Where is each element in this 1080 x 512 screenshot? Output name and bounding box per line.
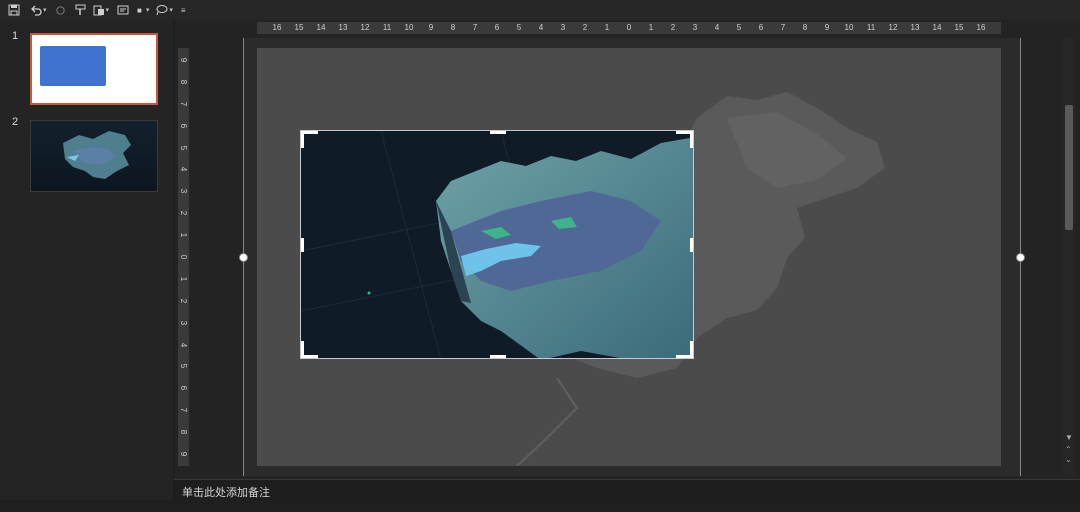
ruler-tick-label: 4 bbox=[714, 23, 720, 32]
ruler-tick-label: 11 bbox=[866, 23, 876, 32]
ruler-tick-label: 9 bbox=[179, 451, 188, 457]
slide-thumbnail-2[interactable] bbox=[30, 120, 158, 192]
ruler-tick-label: 3 bbox=[179, 320, 188, 325]
ruler-tick-label: 2 bbox=[179, 210, 188, 216]
ruler-tick-label: 2 bbox=[670, 23, 676, 32]
slide-thumbnail-panel: 1 2 bbox=[0, 20, 174, 500]
selected-map-image[interactable] bbox=[300, 130, 694, 359]
crop-handle-bottom-right[interactable] bbox=[676, 341, 693, 358]
ruler-tick-label: 11 bbox=[382, 23, 392, 32]
ruler-tick-label: 4 bbox=[179, 167, 188, 172]
ruler-tick-label: 4 bbox=[179, 342, 188, 347]
ruler-tick-label: 10 bbox=[844, 23, 854, 32]
ruler-tick-label: 5 bbox=[179, 145, 188, 150]
ruler-tick-label: 2 bbox=[582, 23, 588, 32]
ruler-tick-label: 4 bbox=[538, 23, 544, 32]
ruler-tick-label: 6 bbox=[758, 23, 764, 32]
ruler-tick-label: 7 bbox=[179, 407, 188, 413]
notes-pane[interactable]: 单击此处添加备注 bbox=[174, 479, 1080, 502]
ruler-tick-label: 0 bbox=[626, 23, 632, 32]
ruler-tick-label: 16 bbox=[272, 23, 282, 32]
ruler-tick-label: 8 bbox=[179, 429, 188, 435]
ruler-tick-label: 6 bbox=[494, 23, 500, 32]
ruler-tick-label: 13 bbox=[338, 23, 348, 32]
crop-handle-bottom[interactable] bbox=[490, 355, 506, 358]
ruler-tick-label: 12 bbox=[360, 23, 370, 32]
ruler-tick-label: 15 bbox=[954, 23, 964, 32]
ruler-tick-label: 8 bbox=[179, 79, 188, 85]
crop-handle-bottom-left[interactable] bbox=[301, 341, 318, 358]
previous-slide-icon[interactable]: ⌃ bbox=[1065, 445, 1072, 454]
vertical-scrollbar[interactable] bbox=[1063, 38, 1075, 476]
ruler-tick-label: 14 bbox=[932, 23, 942, 32]
scroll-down-icon[interactable]: ▼ bbox=[1065, 433, 1073, 442]
more-icon[interactable]: ≡ bbox=[181, 2, 186, 18]
ruler-tick-label: 6 bbox=[179, 386, 188, 391]
undo-icon[interactable]: ▾ bbox=[30, 2, 47, 18]
slide-thumbnail-1[interactable] bbox=[30, 33, 158, 105]
textbox-icon[interactable] bbox=[117, 2, 129, 18]
ruler-tick-label: 6 bbox=[179, 123, 188, 128]
save-icon[interactable] bbox=[8, 2, 20, 18]
canvas-right-handle[interactable] bbox=[1016, 253, 1025, 262]
crop-handle-top-right[interactable] bbox=[676, 131, 693, 148]
lasso-dropdown-icon[interactable]: ▾ bbox=[169, 6, 173, 14]
ruler-tick-label: 3 bbox=[179, 189, 188, 194]
shape-dropdown-icon[interactable]: ▾ bbox=[146, 6, 150, 14]
undo-dropdown-icon[interactable]: ▾ bbox=[43, 6, 47, 14]
paste-dropdown-icon[interactable]: ▾ bbox=[106, 6, 110, 14]
ruler-tick-label: 9 bbox=[428, 23, 434, 32]
crop-handle-top-left[interactable] bbox=[301, 131, 318, 148]
ruler-tick-label: 3 bbox=[692, 23, 698, 32]
ruler-tick-label: 3 bbox=[560, 23, 566, 32]
ruler-tick-label: 1 bbox=[604, 23, 610, 32]
ruler-tick-label: 14 bbox=[316, 23, 326, 32]
ruler-tick-label: 5 bbox=[179, 364, 188, 369]
status-bar bbox=[0, 500, 1080, 512]
ruler-tick-label: 13 bbox=[910, 23, 920, 32]
ruler-tick-label: 9 bbox=[179, 57, 188, 63]
thumbnail-map-image bbox=[63, 131, 131, 179]
ruler-tick-label: 12 bbox=[888, 23, 898, 32]
ruler-tick-label: 5 bbox=[736, 23, 742, 32]
slide-number-1: 1 bbox=[12, 30, 19, 42]
ruler-tick-label: 15 bbox=[294, 23, 304, 32]
ruler-tick-label: 7 bbox=[472, 23, 478, 32]
redo-icon[interactable] bbox=[55, 2, 66, 18]
thumbnail-shape bbox=[40, 46, 106, 86]
ruler-tick-label: 7 bbox=[179, 101, 188, 106]
ruler-tick-label: 16 bbox=[976, 23, 986, 32]
ruler-tick-label: 8 bbox=[802, 23, 808, 32]
next-slide-icon[interactable]: ⌄ bbox=[1065, 455, 1072, 464]
quick-access-toolbar: ▾ ▾ ■ ▾ ▾ ≡ bbox=[0, 0, 1080, 20]
vertical-ruler[interactable]: 9 8 7 6 5 4 3 2 1 0 1 2 3 4 5 6 7 8 9 bbox=[178, 48, 189, 466]
ruler-tick-label: 10 bbox=[404, 23, 414, 32]
horizontal-ruler[interactable]: 16 15 14 13 12 11 10 9 8 7 6 5 4 3 2 1 0 1 2 3 4 5 6 7 8 9 10 11 12 1… bbox=[257, 22, 1001, 34]
canvas-left-handle[interactable] bbox=[239, 253, 248, 262]
format-painter-icon[interactable] bbox=[75, 2, 87, 18]
shape-icon[interactable]: ■ ▾ bbox=[137, 2, 149, 18]
crop-handle-top[interactable] bbox=[490, 131, 506, 134]
lasso-icon[interactable]: ▾ bbox=[155, 2, 173, 18]
crop-handle-left[interactable] bbox=[301, 238, 304, 252]
ruler-tick-label: 5 bbox=[516, 23, 522, 32]
map-3d-image bbox=[301, 131, 693, 358]
notes-placeholder[interactable]: 单击此处添加备注 bbox=[182, 484, 270, 500]
ruler-tick-label: 0 bbox=[179, 254, 188, 260]
paste-icon[interactable]: ▾ bbox=[93, 2, 110, 18]
ruler-tick-label: 1 bbox=[648, 23, 654, 32]
vertical-scrollbar-thumb[interactable] bbox=[1065, 105, 1073, 230]
ruler-tick-label: 2 bbox=[179, 298, 188, 303]
ruler-tick-label: 1 bbox=[179, 276, 188, 282]
slide-number-2: 2 bbox=[12, 116, 19, 128]
ruler-tick-label: 7 bbox=[780, 23, 786, 32]
ruler-tick-label: 9 bbox=[824, 23, 830, 32]
ruler-tick-label: 1 bbox=[179, 232, 188, 238]
ruler-tick-label: 8 bbox=[450, 23, 456, 32]
crop-handle-right[interactable] bbox=[690, 238, 693, 252]
